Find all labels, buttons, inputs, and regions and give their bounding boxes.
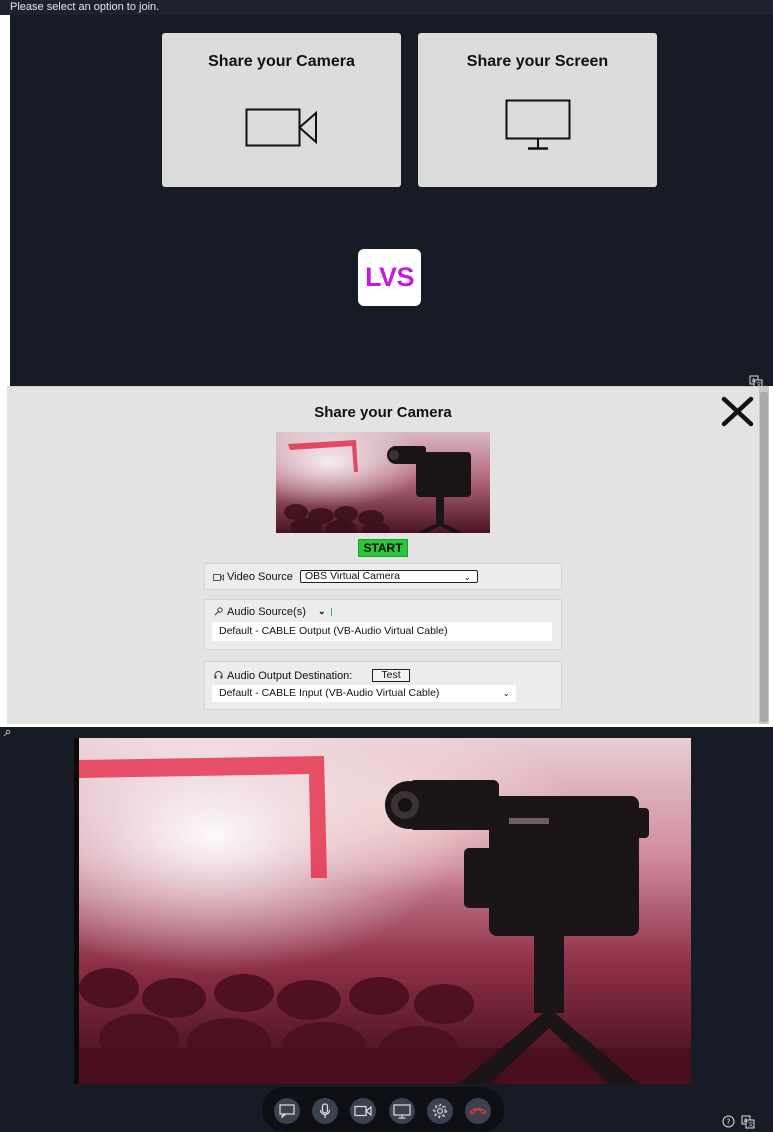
audio-level-meter [331, 608, 332, 616]
join-panel: Please select an option to join. Share y… [0, 0, 773, 389]
svg-text:?: ? [726, 1118, 730, 1127]
camera-icon [354, 1105, 372, 1117]
audio-output-value: Default - CABLE Input (VB-Audio Virtual … [219, 687, 440, 699]
monitor-icon [505, 99, 571, 150]
chevron-down-icon: ⌄ [463, 572, 471, 582]
join-prompt: Please select an option to join. [10, 1, 160, 13]
start-button[interactable]: START [358, 539, 408, 557]
main-video-feed [74, 738, 691, 1084]
audio-source-section: Audio Source(s) ⌄ Default - CABLE Output… [204, 599, 562, 650]
preview-scene [276, 432, 490, 533]
audio-output-select[interactable]: Default - CABLE Input (VB-Audio Virtual … [212, 685, 516, 702]
prompt-bar: Please select an option to join. [0, 0, 773, 15]
microphone-icon [214, 607, 223, 616]
settings-button[interactable] [427, 1098, 453, 1124]
microphone-button[interactable] [312, 1098, 338, 1124]
share-screen-title: Share your Screen [466, 53, 609, 70]
pin-icon[interactable] [3, 729, 11, 737]
help-icon[interactable]: ? [722, 1115, 735, 1128]
close-icon[interactable] [719, 391, 757, 429]
test-audio-button[interactable]: Test [372, 669, 410, 682]
audio-output-section: Audio Output Destination: Test Default -… [204, 661, 562, 710]
svg-text:文: 文 [748, 1121, 754, 1129]
call-control-bar [262, 1087, 504, 1132]
share-screen-option[interactable]: Share your Screen [418, 33, 657, 187]
video-source-section: Video Source OBS Virtual Camera ⌄ [204, 563, 562, 590]
audio-output-label: Audio Output Destination: [227, 670, 353, 682]
share-camera-title: Share your Camera [208, 53, 355, 70]
share-camera-modal: Share your Camera START Video Source OBS… [7, 386, 769, 724]
video-source-value: OBS Virtual Camera [305, 570, 400, 582]
lvs-logo-text: LVS [364, 262, 415, 292]
lvs-logo: LVS [358, 249, 421, 306]
video-scene [79, 738, 691, 1084]
video-source-select[interactable]: OBS Virtual Camera ⌄ [300, 570, 478, 583]
chat-button[interactable] [274, 1098, 300, 1124]
screen-share-button[interactable] [389, 1098, 415, 1124]
video-camera-icon [213, 574, 224, 581]
translate-icon[interactable]: A 文 [741, 1115, 755, 1129]
headphones-icon [214, 671, 223, 679]
modal-title: Share your Camera [314, 404, 452, 421]
settings-icon [432, 1103, 448, 1119]
hang-up-icon [469, 1107, 487, 1115]
video-camera-icon [245, 108, 317, 147]
microphone-icon [319, 1103, 331, 1118]
modal-scrollbar-thumb[interactable] [760, 392, 768, 722]
audio-source-device[interactable]: Default - CABLE Output (VB-Audio Virtual… [212, 622, 552, 641]
share-camera-option[interactable]: Share your Camera [162, 33, 401, 187]
screen-share-icon [393, 1103, 411, 1119]
video-source-label: Video Source [227, 571, 293, 583]
chat-icon [279, 1104, 295, 1118]
camera-button[interactable] [350, 1098, 376, 1124]
chevron-down-icon[interactable]: ⌄ [318, 606, 326, 617]
camera-preview [276, 432, 490, 533]
chevron-down-icon: ⌄ [502, 688, 510, 698]
hang-up-button[interactable] [465, 1098, 491, 1124]
audio-source-label: Audio Source(s) [227, 606, 306, 618]
